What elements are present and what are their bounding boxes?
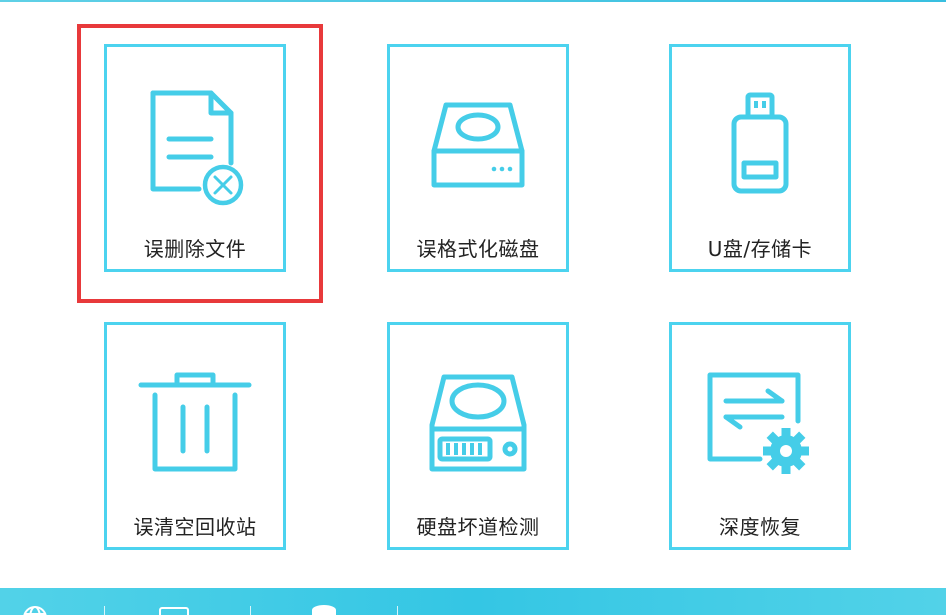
toolbar-separator: [397, 606, 398, 615]
tile-label: 误删除文件: [143, 237, 247, 261]
tile-label: U盘/存储卡: [707, 237, 813, 261]
deleted-file-icon: [150, 90, 244, 206]
tile-label: 误格式化磁盘: [416, 237, 540, 261]
tile-label: 深度恢复: [719, 515, 801, 539]
monitor-icon[interactable]: [159, 604, 189, 615]
tile-formatted-disk[interactable]: 误格式化磁盘: [387, 44, 569, 272]
bottom-toolbar: [0, 588, 946, 615]
database-icon[interactable]: [309, 604, 339, 615]
tile-deleted-file[interactable]: 误删除文件: [104, 44, 286, 272]
top-accent-line: [0, 0, 946, 2]
globe-icon[interactable]: [20, 604, 50, 615]
hard-disk-check-icon: [429, 374, 527, 472]
recycle-bin-icon: [138, 372, 252, 472]
deep-recovery-icon: [707, 372, 809, 474]
toolbar-separator: [250, 606, 251, 615]
tile-disk-check[interactable]: 硬盘坏道检测: [387, 322, 569, 550]
tile-label: 误清空回收站: [133, 515, 257, 539]
tile-recycle-bin[interactable]: 误清空回收站: [104, 322, 286, 550]
tile-deep-recovery[interactable]: 深度恢复: [669, 322, 851, 550]
toolbar-separator: [104, 606, 105, 615]
tile-label: 硬盘坏道检测: [416, 515, 540, 539]
tile-usb-card[interactable]: U盘/存储卡: [669, 44, 851, 272]
usb-drive-icon: [731, 92, 789, 194]
disk-drive-icon: [431, 102, 525, 188]
